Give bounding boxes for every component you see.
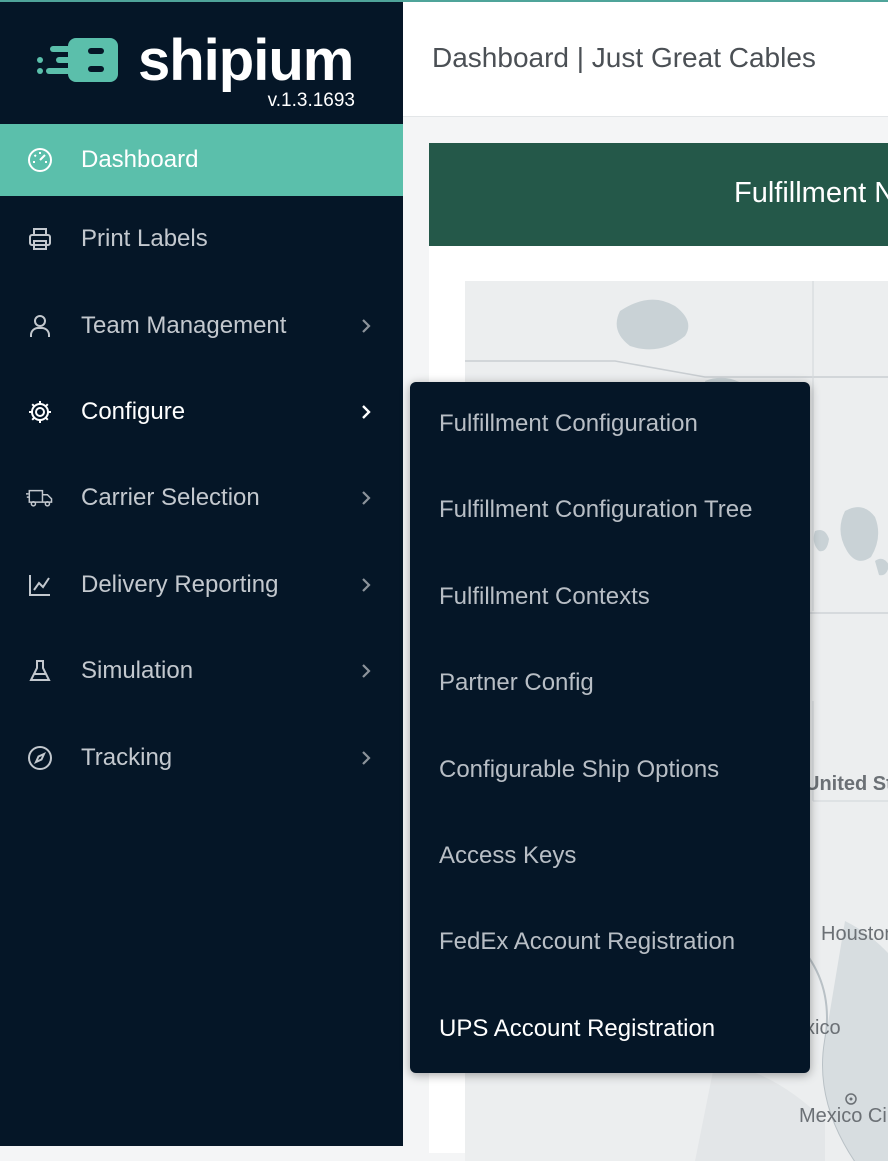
- submenu-item-fedex-account-registration[interactable]: FedEx Account Registration: [439, 928, 735, 956]
- sidebar-item-tracking[interactable]: Tracking: [0, 714, 403, 800]
- submenu-item-fulfillment-contexts[interactable]: Fulfillment Contexts: [439, 583, 650, 611]
- sidebar-item-delivery-reporting[interactable]: Delivery Reporting: [0, 542, 403, 628]
- map-label-country: United St: [805, 773, 888, 795]
- sidebar-item-configure[interactable]: Configure: [0, 369, 403, 455]
- sidebar-item-dashboard[interactable]: Dashboard: [0, 124, 403, 196]
- map-label-city: Houston: [821, 923, 888, 945]
- shipium-logo-icon: [37, 38, 118, 82]
- chevron-right-icon: [359, 577, 373, 592]
- gear-icon: [26, 398, 54, 426]
- submenu-item-configurable-ship-options[interactable]: Configurable Ship Options: [439, 756, 719, 784]
- dashboard-gauge-icon: [26, 146, 54, 174]
- page-title: Dashboard | Just Great Cables: [432, 42, 816, 73]
- submenu-item-access-keys[interactable]: Access Keys: [439, 842, 576, 870]
- sidebar-item-label: Carrier Selection: [81, 484, 260, 512]
- app-version: v.1.3.1693: [267, 90, 355, 111]
- user-icon: [26, 312, 54, 340]
- truck-icon: [26, 484, 54, 512]
- map-label-country: xico: [805, 1017, 841, 1039]
- sidebar-item-carrier-selection[interactable]: Carrier Selection: [0, 455, 403, 541]
- sidebar-item-simulation[interactable]: Simulation: [0, 628, 403, 714]
- submenu-item-ups-account-registration[interactable]: UPS Account Registration: [439, 1015, 715, 1043]
- chevron-right-icon: [359, 318, 373, 333]
- printer-icon: [26, 225, 54, 253]
- sidebar-nav: Dashboard Print Labels Team Management C…: [0, 124, 403, 801]
- chevron-right-icon: [359, 405, 373, 419]
- submenu-item-fulfillment-configuration-tree[interactable]: Fulfillment Configuration Tree: [439, 496, 752, 524]
- sidebar-item-label: Team Management: [81, 311, 287, 339]
- brand: shipium v.1.3.1693: [0, 0, 403, 124]
- chevron-right-icon: [359, 664, 373, 678]
- submenu-item-fulfillment-configuration[interactable]: Fulfillment Configuration: [439, 410, 698, 438]
- card-title: Fulfillment N: [734, 177, 888, 209]
- sidebar-item-team-management[interactable]: Team Management: [0, 282, 403, 368]
- chevron-right-icon: [359, 491, 373, 506]
- configure-submenu: Fulfillment Configuration Fulfillment Co…: [410, 382, 810, 1073]
- sidebar-item-label: Dashboard: [81, 146, 199, 173]
- line-chart-icon: [26, 571, 54, 599]
- map-label-city: Mexico Ci: [799, 1105, 887, 1127]
- sidebar-item-label: Simulation: [81, 657, 194, 685]
- sidebar-item-label: Print Labels: [81, 225, 208, 253]
- sidebar-item-label: Tracking: [81, 743, 173, 771]
- sidebar-item-label: Delivery Reporting: [81, 570, 279, 598]
- chevron-right-icon: [359, 750, 373, 765]
- sidebar-item-print-labels[interactable]: Print Labels: [0, 196, 403, 282]
- sidebar: shipium v.1.3.1693 Dashboard Print Label…: [0, 0, 403, 1146]
- top-accent-line: [0, 0, 888, 2]
- brand-name: shipium: [138, 28, 354, 93]
- card-header: Fulfillment N: [429, 143, 888, 246]
- compass-icon: [26, 744, 54, 772]
- sidebar-item-label: Configure: [81, 397, 186, 425]
- submenu-item-partner-config[interactable]: Partner Config: [439, 669, 594, 697]
- page-header: Dashboard | Just Great Cables: [403, 2, 888, 117]
- flask-icon: [26, 657, 54, 685]
